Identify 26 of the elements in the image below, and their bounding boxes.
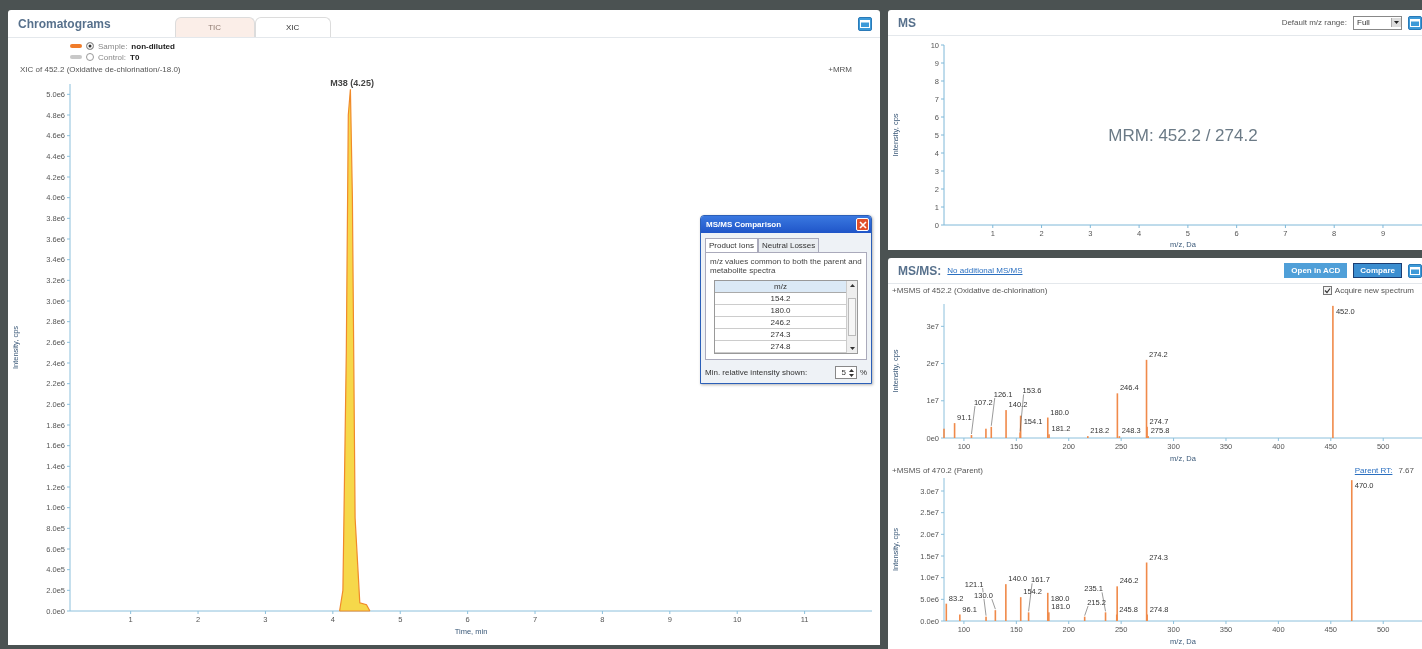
legend-label: Sample: — [98, 41, 128, 51]
peak-label: M38 (4.25) — [330, 78, 374, 89]
rt-value: 7.67 — [1398, 465, 1414, 475]
scan-type-label: +MRM — [828, 65, 852, 74]
table-cell: 246.2 — [715, 317, 846, 329]
unit-label: % — [859, 368, 867, 377]
field-label: Min. relative intensity shown: — [705, 368, 809, 377]
table-cell: 154.2 — [715, 293, 846, 305]
field-label: Default m/z range: — [1281, 18, 1347, 27]
dialog-title: MS/MS Comparison — [706, 220, 782, 229]
chart-title: +MSMS of 470.2 (Parent) — [892, 465, 983, 475]
legend-value: non-diluted — [131, 41, 175, 51]
chart-title: XIC of 452.2 (Oxidative de-chlorination/-18.0) — [20, 65, 181, 74]
description-text: m/z values common to both the parent and metabolite spectra — [710, 257, 862, 275]
legend-label: Control: — [98, 52, 126, 62]
chart-message: MRM: 452.2 / 274.2 — [1108, 126, 1258, 145]
panel-title: MS — [898, 15, 916, 30]
panel-title: MS/MS: — [898, 263, 942, 278]
table-cell: 274.3 — [715, 329, 846, 341]
chart-title: +MSMS of 452.2 (Oxidative de-chlorination) — [892, 285, 1048, 295]
checkbox-label: Acquire new spectrum — [1334, 285, 1414, 295]
legend-value: T0 — [130, 52, 140, 62]
table-cell: 180.0 — [715, 305, 846, 317]
column-header: m/z — [715, 281, 846, 293]
panel-title: Chromatograms — [18, 16, 111, 31]
table-cell: 274.8 — [715, 341, 846, 353]
